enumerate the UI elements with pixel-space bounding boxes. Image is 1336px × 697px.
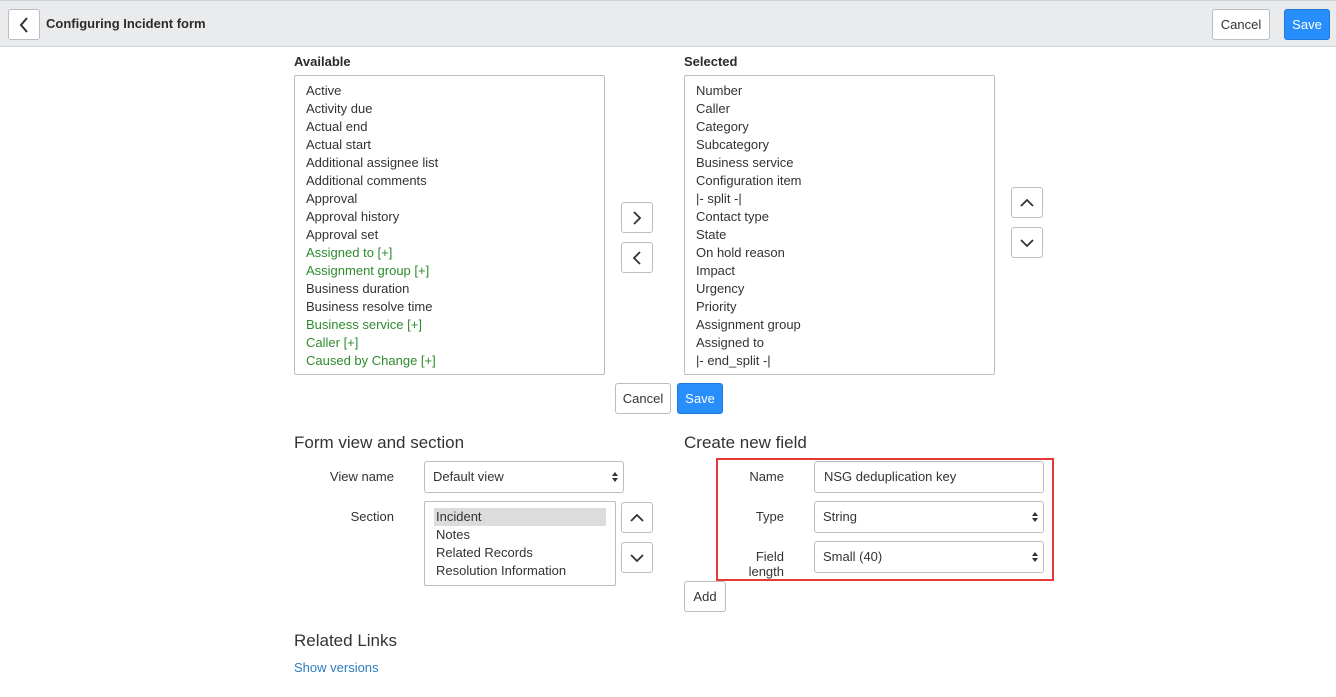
selected-list-item[interactable]: Impact bbox=[685, 262, 994, 280]
selected-list-item[interactable]: Caller bbox=[685, 100, 994, 118]
chevron-right-icon bbox=[633, 210, 642, 225]
save-button[interactable]: Save bbox=[677, 383, 723, 414]
available-list-item[interactable]: Actual start bbox=[295, 136, 604, 154]
header-cancel-button[interactable]: Cancel bbox=[1212, 9, 1270, 40]
available-list-item[interactable]: Approval bbox=[295, 190, 604, 208]
header-bar: Configuring Incident form Cancel Save bbox=[0, 0, 1336, 47]
available-list-item[interactable]: Approval set bbox=[295, 226, 604, 244]
selected-list-item[interactable]: Assignment group bbox=[685, 316, 994, 334]
selected-list-item[interactable]: Contact type bbox=[685, 208, 994, 226]
header-save-button[interactable]: Save bbox=[1284, 9, 1330, 40]
available-list-item[interactable]: Assigned to [+] bbox=[295, 244, 604, 262]
selected-list-item[interactable]: Category bbox=[685, 118, 994, 136]
section-list-item[interactable]: Resolution Information bbox=[425, 562, 615, 580]
available-list-item[interactable]: Business resolve time bbox=[295, 298, 604, 316]
name-input[interactable]: NSG deduplication key bbox=[814, 461, 1044, 493]
show-versions-link[interactable]: Show versions bbox=[294, 660, 379, 675]
available-list-item[interactable]: Additional comments bbox=[295, 172, 604, 190]
select-caret-icon bbox=[612, 472, 618, 482]
chevron-left-icon bbox=[19, 16, 28, 33]
cancel-button[interactable]: Cancel bbox=[615, 383, 671, 414]
available-list-item[interactable]: Activity due bbox=[295, 100, 604, 118]
add-field-button[interactable] bbox=[621, 202, 653, 233]
move-down-button[interactable] bbox=[1011, 227, 1043, 258]
selected-list-item[interactable]: Priority bbox=[685, 298, 994, 316]
available-list-item[interactable]: Actual end bbox=[295, 118, 604, 136]
chevron-left-icon bbox=[632, 250, 641, 265]
type-value: String bbox=[823, 509, 857, 524]
selected-label: Selected bbox=[684, 54, 738, 69]
available-list-item[interactable]: Approval history bbox=[295, 208, 604, 226]
available-list-item[interactable]: Business duration bbox=[295, 280, 604, 298]
selected-list-item[interactable]: State bbox=[685, 226, 994, 244]
name-label: Name bbox=[749, 469, 784, 484]
select-caret-icon bbox=[1032, 552, 1038, 562]
type-select[interactable]: String bbox=[814, 501, 1044, 533]
section-list[interactable]: Incident Notes Related Records Resolution I… bbox=[424, 501, 616, 586]
selected-list-item[interactable]: Urgency bbox=[685, 280, 994, 298]
form-view-title: Form view and section bbox=[294, 433, 465, 452]
available-fields-list[interactable]: Active Activity due Actual end Actual start… bbox=[294, 75, 605, 375]
view-name-label: View name bbox=[329, 469, 394, 484]
related-links-title: Related Links bbox=[294, 631, 398, 650]
selected-list-item[interactable]: On hold reason bbox=[685, 244, 994, 262]
chevron-up-icon bbox=[630, 513, 644, 522]
selected-list-item[interactable]: |- end_split -| bbox=[685, 352, 994, 370]
type-label: Type bbox=[755, 509, 784, 524]
selected-list-item[interactable]: Configuration item bbox=[685, 172, 994, 190]
select-caret-icon bbox=[1032, 512, 1038, 522]
selected-fields-list[interactable]: Number Caller Category Subcategory Business … bbox=[684, 75, 995, 375]
view-name-value: Default view bbox=[433, 469, 504, 484]
available-list-item[interactable]: Assignment group [+] bbox=[295, 262, 604, 280]
available-list-item[interactable]: Additional assignee list bbox=[295, 154, 604, 172]
chevron-up-icon bbox=[1020, 198, 1034, 207]
page-title: Configuring Incident form bbox=[46, 16, 206, 31]
create-field-title: Create new field bbox=[684, 433, 807, 452]
section-list-item[interactable]: Incident bbox=[434, 508, 606, 526]
section-list-item[interactable]: Notes bbox=[425, 526, 615, 544]
available-list-item[interactable]: Caused by Change [+] bbox=[295, 352, 604, 370]
selected-list-item[interactable]: Assigned to bbox=[685, 334, 994, 352]
selected-list-item[interactable]: Number bbox=[685, 82, 994, 100]
chevron-down-icon bbox=[630, 553, 644, 562]
available-list-item[interactable]: Business service [+] bbox=[295, 316, 604, 334]
section-down-button[interactable] bbox=[621, 542, 653, 573]
move-up-button[interactable] bbox=[1011, 187, 1043, 218]
section-up-button[interactable] bbox=[621, 502, 653, 533]
field-length-value: Small (40) bbox=[823, 549, 883, 564]
view-name-select[interactable]: Default view bbox=[424, 461, 624, 493]
remove-field-button[interactable] bbox=[621, 242, 653, 273]
available-list-item[interactable]: Caller [+] bbox=[295, 334, 604, 352]
selected-list-item[interactable]: Business service bbox=[685, 154, 994, 172]
section-label: Section bbox=[350, 509, 394, 524]
chevron-down-icon bbox=[1020, 238, 1034, 247]
selected-list-item[interactable]: Subcategory bbox=[685, 136, 994, 154]
available-list-item[interactable]: Active bbox=[295, 82, 604, 100]
field-length-select[interactable]: Small (40) bbox=[814, 541, 1044, 573]
section-list-item[interactable]: Related Records bbox=[425, 544, 615, 562]
add-button[interactable]: Add bbox=[684, 581, 726, 612]
selected-list-item[interactable]: |- split -| bbox=[685, 190, 994, 208]
field-length-label: Field length bbox=[748, 549, 784, 579]
back-button[interactable] bbox=[8, 9, 40, 40]
available-label: Available bbox=[294, 54, 351, 69]
